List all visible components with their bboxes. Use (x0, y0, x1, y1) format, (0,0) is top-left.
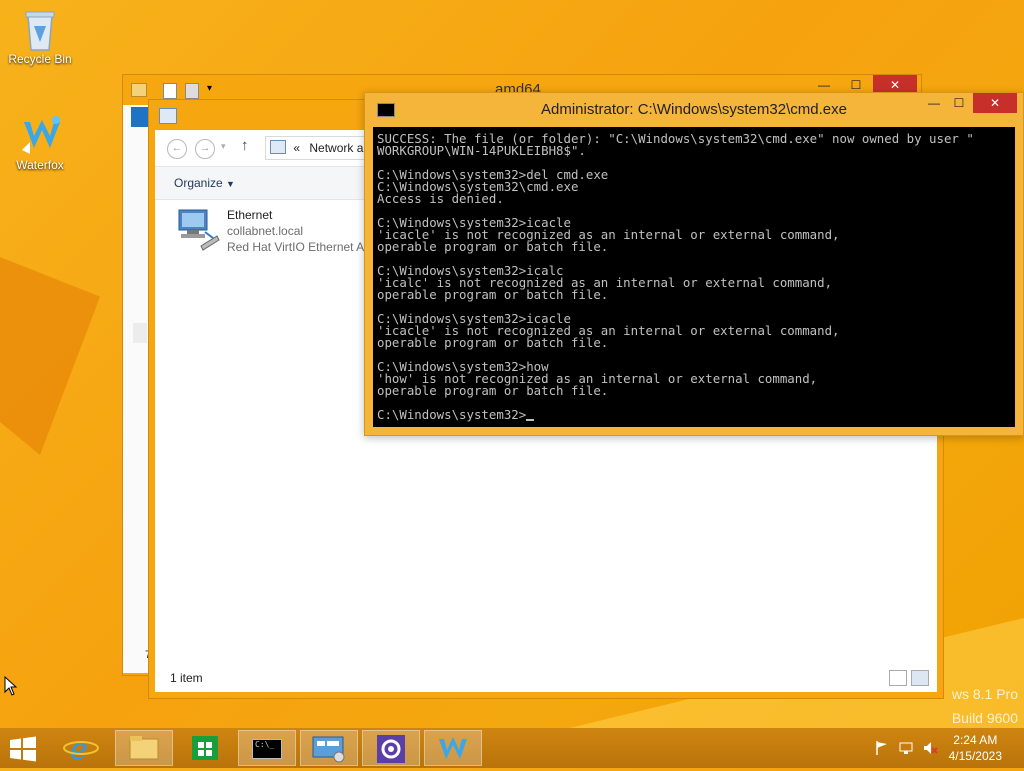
desktop-icon-label: Waterfox (16, 158, 64, 172)
clock-time: 2:24 AM (953, 733, 998, 747)
item-count: 1 item (170, 671, 203, 685)
adapter-network: collabnet.local (227, 224, 304, 238)
taskbar-settings[interactable] (362, 730, 420, 766)
network-connections-icon (159, 108, 177, 124)
console-output[interactable]: SUCCESS: The file (or folder): "C:\Windo… (373, 127, 1015, 427)
taskbar-waterfox[interactable] (424, 730, 482, 766)
back-button[interactable]: ← (167, 139, 187, 159)
taskbar-internet-explorer[interactable]: e (52, 730, 110, 767)
cmd-window-icon (377, 103, 395, 117)
cmd-icon: C:\_ (252, 739, 282, 759)
taskbar: e C:\_ 2:24 AM 4/15/2023 (0, 728, 1024, 768)
network-monitor-icon (312, 736, 345, 763)
status-bar: 1 item (155, 664, 937, 692)
folder-icon (131, 83, 147, 97)
properties-icon[interactable] (163, 83, 177, 99)
large-icons-view-button[interactable] (911, 670, 929, 686)
recent-locations-icon[interactable]: ▾ (221, 141, 226, 152)
network-adapter-item[interactable]: Ethernet collabnet.local Red Hat VirtIO … (175, 206, 395, 256)
svg-text:e: e (70, 732, 88, 766)
close-button[interactable]: ✕ (973, 93, 1017, 113)
adapter-name: Ethernet (227, 208, 273, 222)
taskbar-file-explorer[interactable] (115, 730, 173, 766)
taskbar-network-monitor[interactable] (300, 730, 358, 766)
chevron-down-icon: ▼ (226, 179, 235, 189)
action-center-flag-icon[interactable] (874, 740, 890, 756)
internet-explorer-icon: e (63, 732, 99, 767)
desktop-icon-waterfox[interactable]: Waterfox (0, 112, 80, 172)
store-icon (192, 736, 218, 760)
console-line: C:\Windows\system32> (377, 408, 1011, 421)
up-arrow-icon[interactable]: ↑ (241, 137, 249, 154)
minimize-button[interactable]: — (921, 93, 947, 113)
system-clock[interactable]: 2:24 AM 4/15/2023 (949, 732, 1002, 764)
console-line: WORKGROUP\WIN-14PUKLEIBH8$". (377, 143, 586, 158)
adapter-device: Red Hat VirtIO Ethernet Ac (227, 240, 371, 254)
forward-button[interactable]: → (195, 139, 215, 159)
volume-muted-icon[interactable] (922, 740, 938, 756)
background-shape (0, 257, 100, 455)
address-text: Network an (309, 141, 371, 155)
file-explorer-icon (129, 736, 159, 760)
start-button[interactable] (8, 736, 38, 762)
window-title: Administrator: C:\Windows\system32\cmd.e… (541, 101, 847, 118)
address-prefix: « (293, 141, 301, 155)
console-line: Access is denied. (377, 191, 504, 206)
taskbar-command-prompt[interactable]: C:\_ (238, 730, 296, 766)
waterfox-icon (439, 737, 467, 759)
mouse-cursor-icon (4, 676, 18, 696)
details-view-button[interactable] (889, 670, 907, 686)
console-line: operable program or batch file. (377, 335, 609, 350)
waterfox-icon (20, 112, 60, 156)
side-panel (123, 105, 149, 673)
console-line: operable program or batch file. (377, 383, 609, 398)
recycle-bin-icon (20, 6, 60, 51)
watermark-build: Build 9600 (951, 710, 1018, 726)
taskbar-store[interactable] (176, 730, 234, 766)
desktop-icon-recycle-bin[interactable]: Recycle Bin (0, 6, 80, 66)
clock-date: 4/15/2023 (948, 749, 1002, 763)
ethernet-adapter-icon (175, 206, 221, 252)
watermark-edition: ws 8.1 Pro (951, 686, 1018, 702)
new-folder-icon[interactable] (185, 83, 199, 99)
console-line: operable program or batch file. (377, 287, 609, 302)
scroll-marker (133, 323, 147, 343)
cmd-window[interactable]: Administrator: C:\Windows\system32\cmd.e… (364, 92, 1024, 436)
maximize-button[interactable]: ☐ (947, 93, 971, 113)
console-line: operable program or batch file. (377, 239, 609, 254)
network-status-icon[interactable] (898, 740, 914, 756)
text-cursor (526, 419, 535, 421)
network-icon (270, 140, 286, 154)
chevron-down-icon[interactable]: ▾ (207, 83, 212, 94)
settings-icon (377, 735, 405, 763)
windows-logo-icon (10, 736, 36, 762)
desktop-icon-label: Recycle Bin (8, 52, 72, 66)
organize-button[interactable]: Organize ▼ (174, 176, 235, 190)
